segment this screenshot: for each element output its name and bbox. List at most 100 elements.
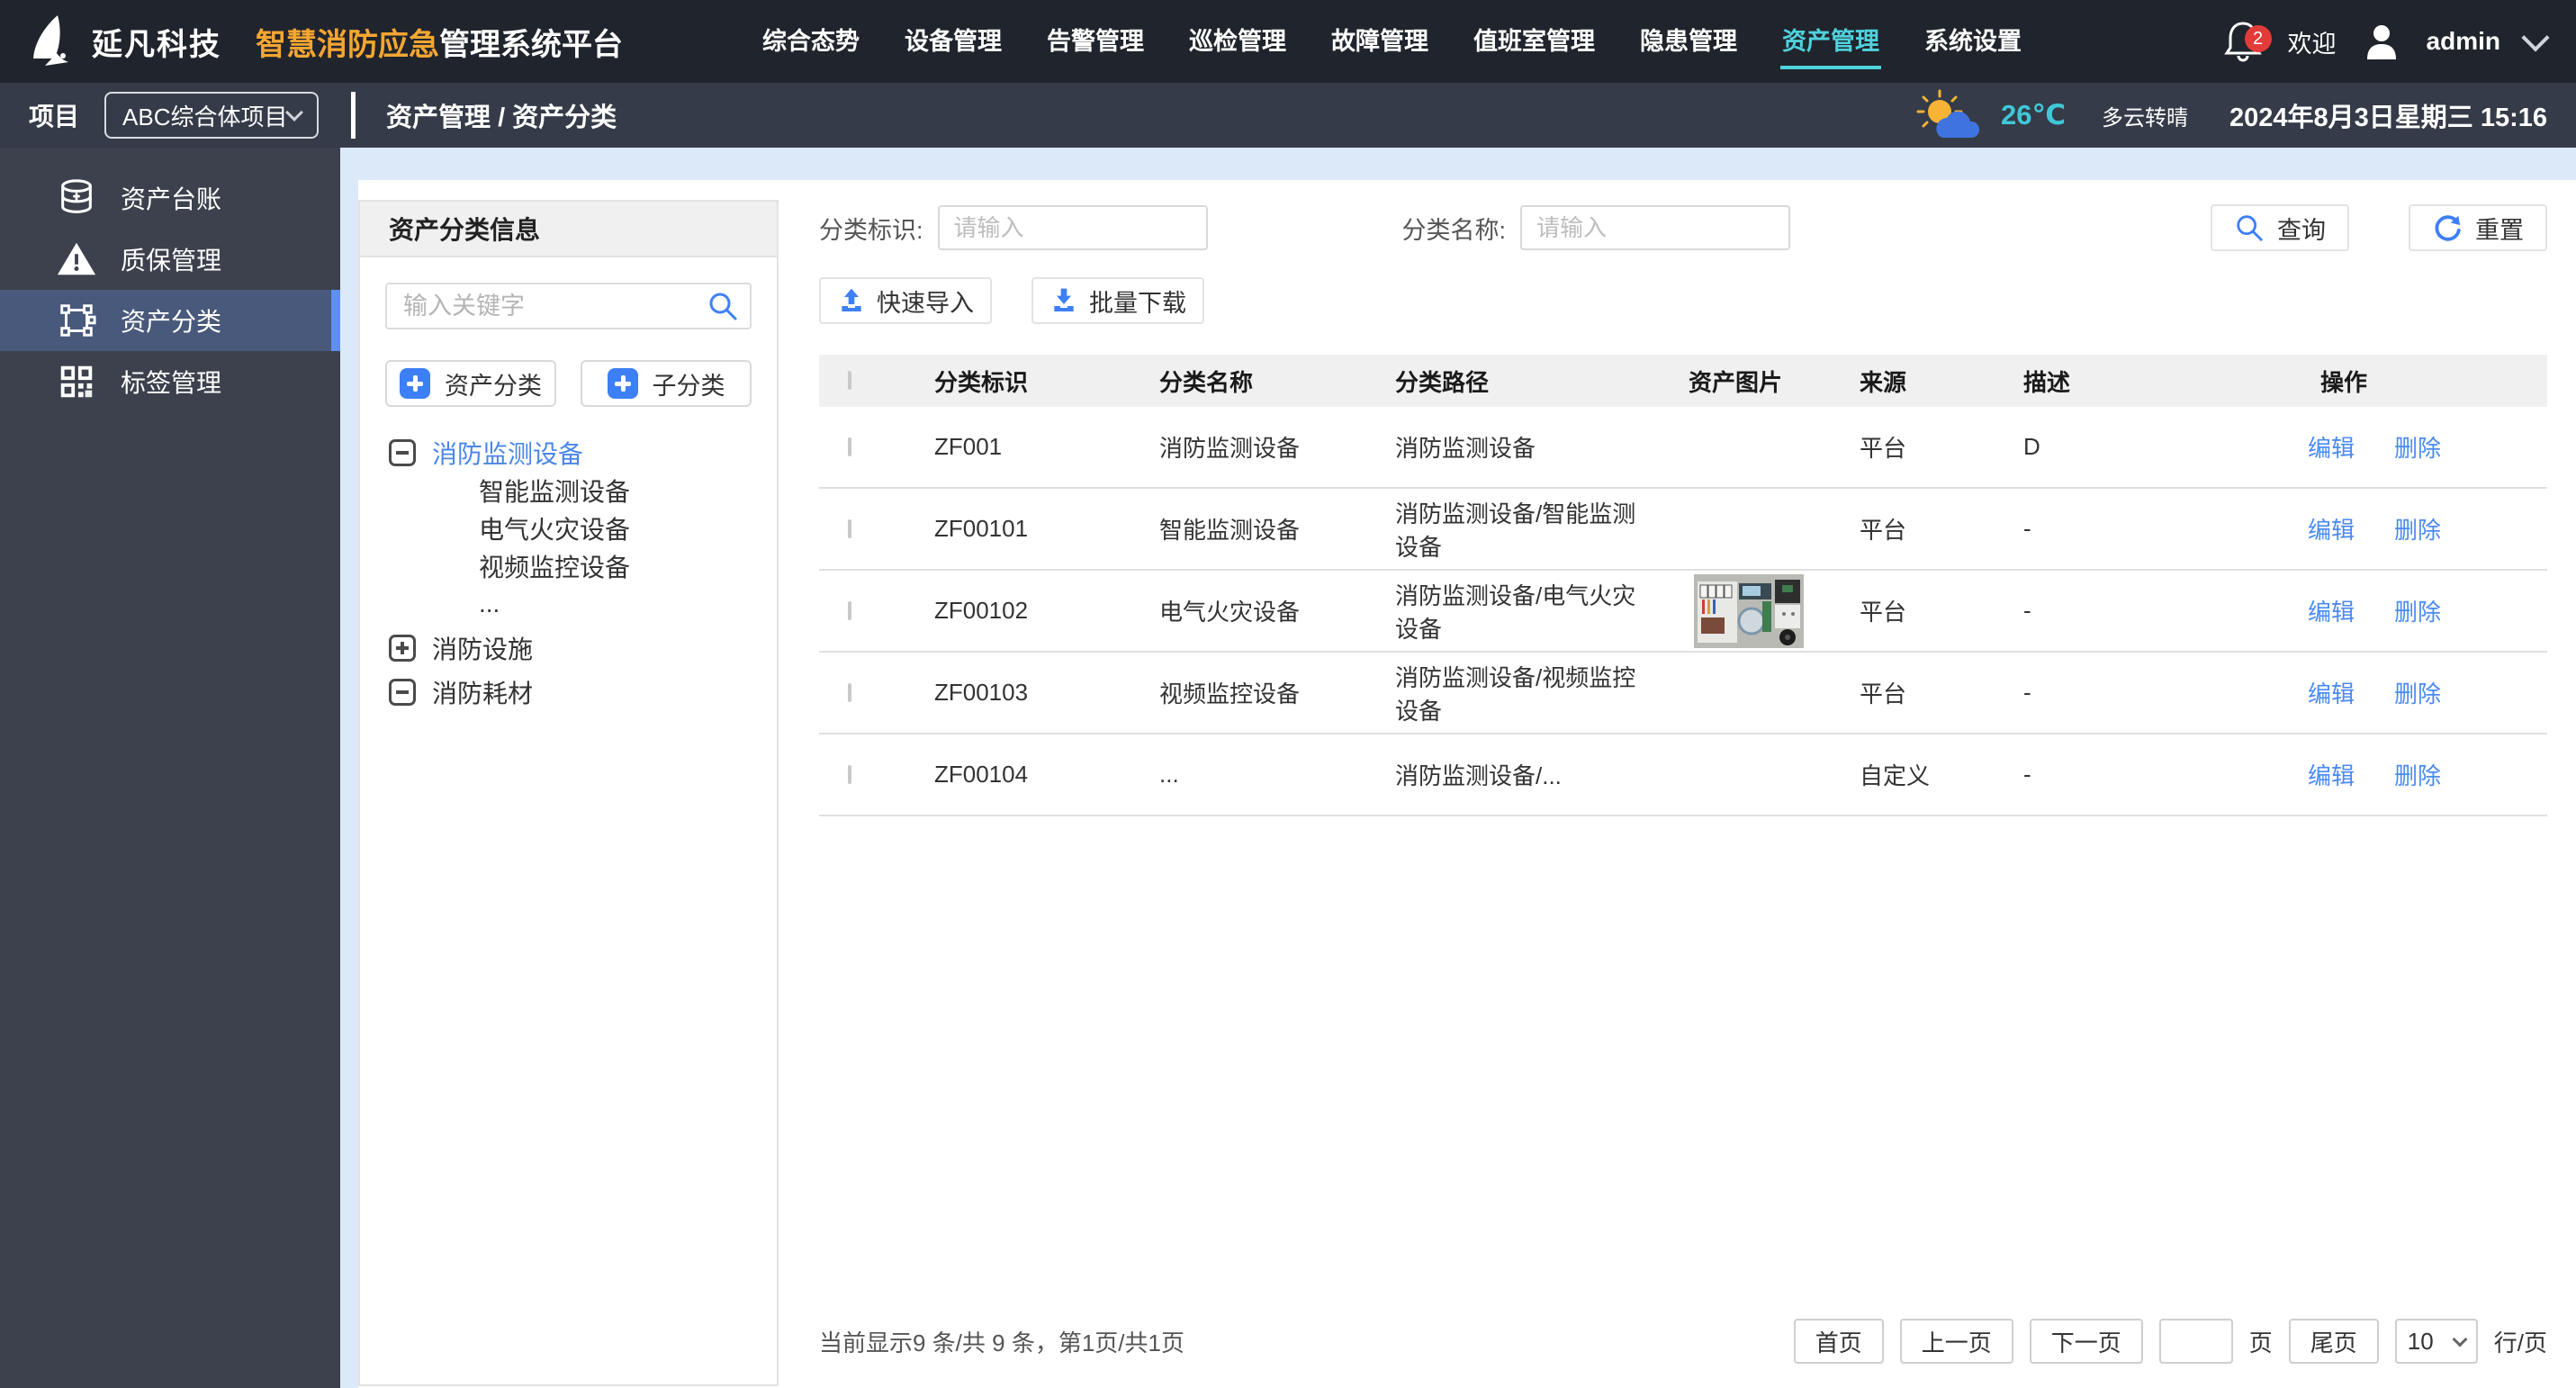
edit-link[interactable]: 编辑 <box>2308 594 2355 627</box>
tree-node-facilities[interactable]: 消防设施 <box>389 629 777 667</box>
reset-button[interactable]: 重置 <box>2409 204 2547 251</box>
category-tree: 消防监测设备 智能监测设备 电气火灾设备 视频监控设备 ... 消防设施 消防耗… <box>360 434 777 711</box>
expand-plus-icon[interactable] <box>389 635 416 662</box>
pagination-bar: 当前显示9 条/共 9 条，第1页/共1页 首页 上一页 下一页 页 尾页 10… <box>819 1318 2547 1365</box>
category-name-input[interactable] <box>1520 205 1791 250</box>
nav-duty-room[interactable]: 值班室管理 <box>1472 14 1597 69</box>
sidebar-item-asset-category[interactable]: 资产分类 <box>0 290 340 351</box>
weather-widget: 26℃ 多云转晴 2024年8月3日星期三 15:16 <box>1916 89 2547 141</box>
tree-buttons: 资产分类 子分类 <box>385 360 752 407</box>
row-checkbox[interactable] <box>848 437 851 456</box>
rows-per-page-label: 行/页 <box>2493 1329 2547 1356</box>
tree-node-root[interactable]: 消防监测设备 <box>389 434 777 472</box>
sidebar-item-label: 质保管理 <box>121 247 222 275</box>
cell-name: 消防监测设备 <box>1159 435 1301 462</box>
user-menu-chevron-down-icon[interactable] <box>2521 23 2550 52</box>
cell-source: 自定义 <box>1860 762 1931 789</box>
nav-faults[interactable]: 故障管理 <box>1329 14 1430 69</box>
last-page-button[interactable]: 尾页 <box>2288 1319 2379 1364</box>
quick-import-button[interactable]: 快速导入 <box>819 277 992 324</box>
sub-header: 项目 ABC综合体项目 资产管理 / 资产分类 26℃ 多云转晴 2024年8月… <box>0 83 2576 148</box>
edit-link[interactable]: 编辑 <box>2308 430 2355 464</box>
edit-link[interactable]: 编辑 <box>2308 512 2355 545</box>
asset-thumbnail-electrical-cabinet[interactable] <box>1694 573 1804 648</box>
table-row: ZF00104 ... 消防监测设备/... 自定义 - 编辑 删除 <box>819 735 2547 816</box>
category-table: 分类标识 分类名称 分类路径 资产图片 来源 描述 操作 ZF001 消防监测设… <box>819 355 2547 816</box>
sidebar-item-asset-ledger[interactable]: 资产台账 <box>0 167 340 229</box>
delete-link[interactable]: 删除 <box>2394 594 2441 627</box>
tree-child-node-ellipsis[interactable]: ... <box>389 585 777 623</box>
select-all-checkbox[interactable] <box>848 371 851 390</box>
search-button[interactable]: 查询 <box>2211 204 2349 251</box>
nav-inspection[interactable]: 巡检管理 <box>1187 14 1288 69</box>
project-select[interactable]: ABC综合体项目 <box>104 92 320 139</box>
search-icon[interactable] <box>707 290 739 322</box>
delete-link[interactable]: 删除 <box>2394 758 2441 791</box>
tree-node-label[interactable]: 消防耗材 <box>432 674 533 710</box>
cell-desc: D <box>2023 433 2040 460</box>
page-number-input[interactable] <box>2158 1319 2233 1364</box>
tree-node-label[interactable]: 消防设施 <box>432 630 533 666</box>
row-checkbox[interactable] <box>848 600 851 620</box>
edit-link[interactable]: 编辑 <box>2308 758 2355 791</box>
sun-cloud-icon <box>1916 89 1980 138</box>
temperature: 26℃ <box>2000 99 2066 131</box>
table-row: ZF001 消防监测设备 消防监测设备 平台 D 编辑 删除 <box>819 407 2547 489</box>
main-area: 分类标识: 分类名称: 查询 <box>819 180 2547 1388</box>
company-name: 延凡科技 <box>92 27 221 62</box>
logo: 延凡科技 智慧消防应急管理系统平台 <box>27 14 623 69</box>
page-size-select[interactable]: 10 <box>2394 1319 2478 1364</box>
prev-page-button[interactable]: 上一页 <box>1899 1319 2013 1364</box>
row-checkbox[interactable] <box>848 518 851 538</box>
welcome-text: 欢迎 <box>2287 30 2337 58</box>
edit-link[interactable]: 编辑 <box>2308 676 2355 709</box>
delete-link[interactable]: 删除 <box>2394 430 2441 464</box>
nav-alarms[interactable]: 告警管理 <box>1045 14 1146 69</box>
sidebar-item-tag-management[interactable]: 标签管理 <box>0 351 340 412</box>
category-tree-panel: 资产分类信息 资产分类 子分类 <box>358 200 779 1386</box>
cell-source: 平台 <box>1860 517 1907 544</box>
first-page-button[interactable]: 首页 <box>1793 1319 1884 1364</box>
tree-node-label[interactable]: 消防监测设备 <box>432 435 583 471</box>
notification-bell-icon[interactable]: 2 <box>2223 20 2272 63</box>
filter-actions: 查询 重置 <box>2211 204 2547 251</box>
nav-assets[interactable]: 资产管理 <box>1780 14 1881 69</box>
username[interactable]: admin <box>2427 27 2500 56</box>
category-id-input[interactable] <box>937 205 1208 250</box>
next-page-button[interactable]: 下一页 <box>2029 1319 2143 1364</box>
sidebar-item-label: 资产分类 <box>121 308 222 336</box>
collapse-minus-icon[interactable] <box>389 439 416 466</box>
page-size-value: 10 <box>2407 1327 2434 1355</box>
reset-button-label: 重置 <box>2475 216 2524 244</box>
tree-search-input[interactable] <box>385 283 752 329</box>
qr-code-icon <box>60 365 93 398</box>
quick-import-label: 快速导入 <box>877 289 974 317</box>
table-header-row: 分类标识 分类名称 分类路径 资产图片 来源 描述 操作 <box>819 355 2547 407</box>
delete-link[interactable]: 删除 <box>2394 676 2441 709</box>
weather-condition: 多云转晴 <box>2102 105 2188 131</box>
cell-id: ZF00103 <box>934 679 1029 706</box>
main-nav: 综合态势 设备管理 告警管理 巡检管理 故障管理 值班室管理 隐患管理 资产管理… <box>761 0 2023 83</box>
collapse-minus-icon[interactable] <box>389 679 416 706</box>
cell-id: ZF001 <box>934 433 1003 460</box>
tree-child-node[interactable]: 电气火灾设备 <box>389 509 777 547</box>
col-header-image: 资产图片 <box>1689 368 1783 396</box>
batch-download-button[interactable]: 批量下载 <box>1031 277 1204 324</box>
row-checkbox[interactable] <box>848 682 851 702</box>
user-avatar-icon[interactable] <box>2362 22 2401 61</box>
cell-source: 平台 <box>1860 680 1907 708</box>
sidebar-item-warranty[interactable]: 质保管理 <box>0 229 340 290</box>
nav-overview[interactable]: 综合态势 <box>761 14 861 69</box>
delete-link[interactable]: 删除 <box>2394 512 2441 545</box>
add-subcategory-button[interactable]: 子分类 <box>581 360 752 407</box>
nav-devices[interactable]: 设备管理 <box>903 14 1004 69</box>
cell-desc: - <box>2023 515 2031 542</box>
add-category-button[interactable]: 资产分类 <box>385 360 556 407</box>
nav-hazards[interactable]: 隐患管理 <box>1638 14 1739 69</box>
row-checkbox[interactable] <box>848 764 851 784</box>
tree-node-consumables[interactable]: 消防耗材 <box>389 673 777 711</box>
nav-settings[interactable]: 系统设置 <box>1923 14 2023 69</box>
cell-path: 消防监测设备/... <box>1395 762 1562 789</box>
tree-child-node[interactable]: 智能监测设备 <box>389 472 777 509</box>
tree-child-node[interactable]: 视频监控设备 <box>389 547 777 585</box>
